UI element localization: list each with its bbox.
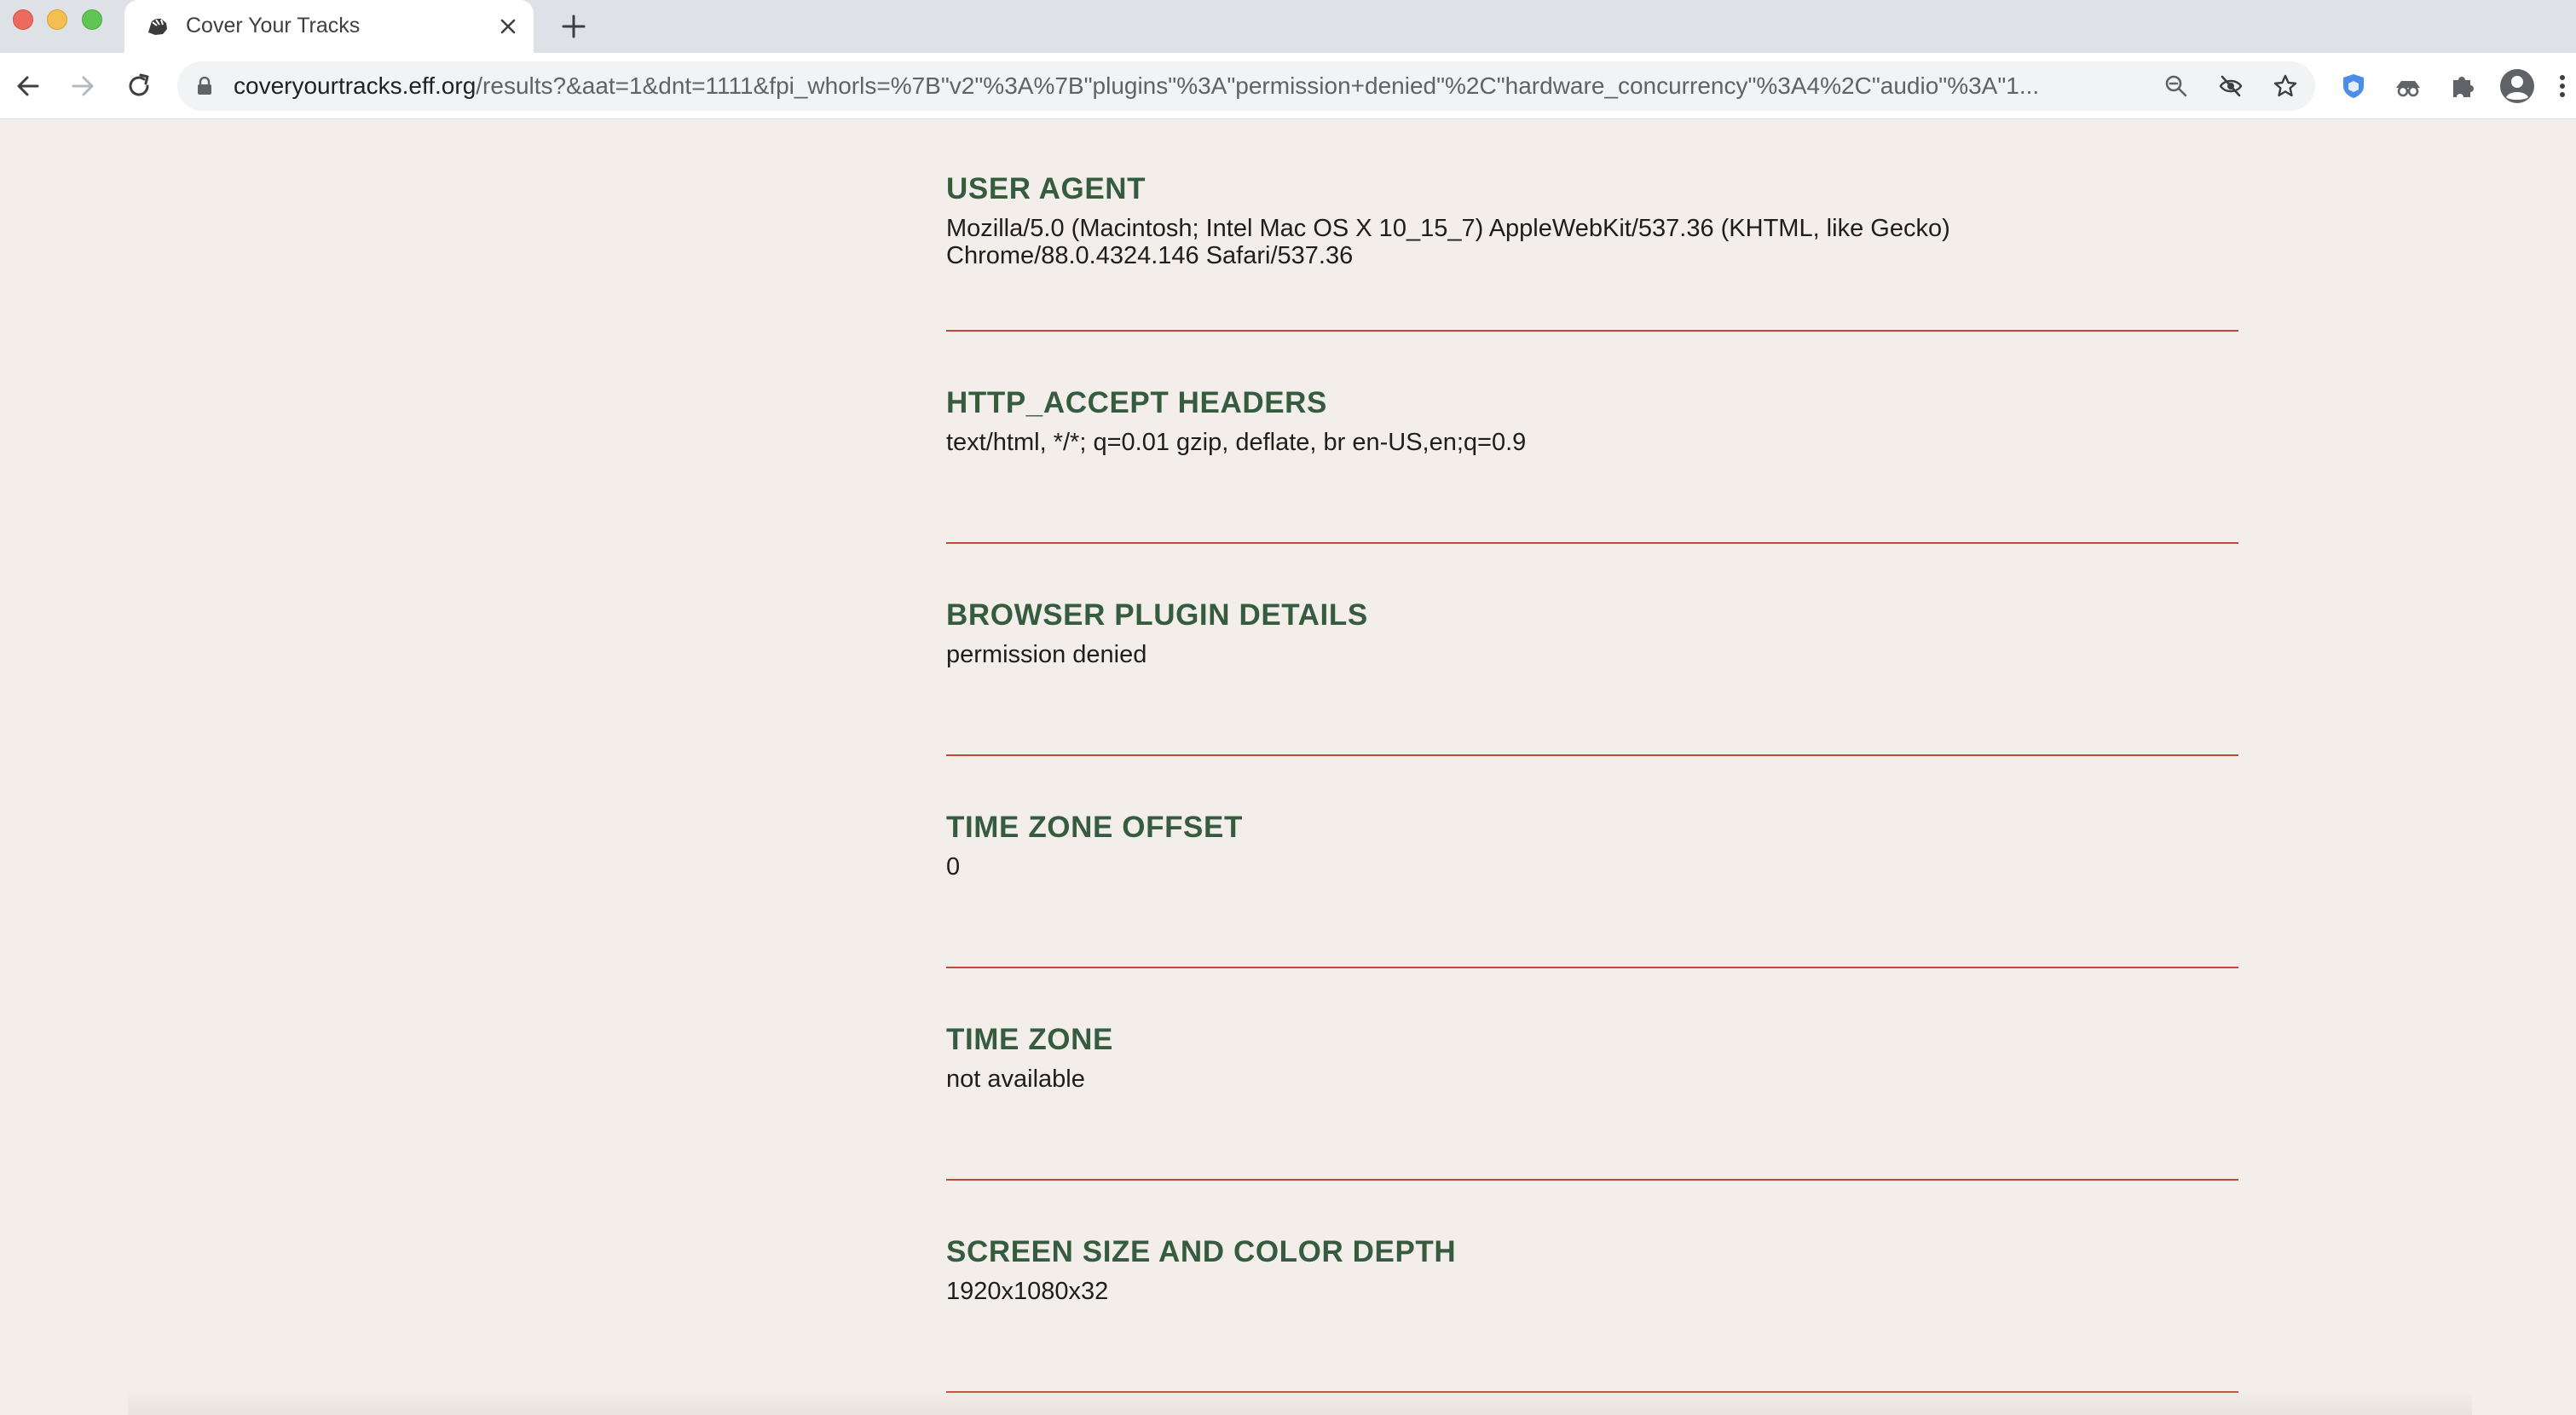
section-title: SCREEN SIZE AND COLOR DEPTH bbox=[946, 1235, 1457, 1268]
browser-tab[interactable]: Cover Your Tracks bbox=[124, 0, 534, 53]
section-value: not available bbox=[946, 1066, 1085, 1093]
profile-avatar-icon[interactable] bbox=[2499, 68, 2535, 104]
section-title: HTTP_ACCEPT HEADERS bbox=[946, 386, 1328, 419]
new-tab-icon[interactable] bbox=[559, 12, 588, 41]
fingerprint-results: USER AGENT Mozilla/5.0 (Macintosh; Intel… bbox=[946, 119, 2238, 1393]
eff-tracks-icon bbox=[148, 19, 167, 35]
disguise-extension-icon[interactable] bbox=[2394, 72, 2423, 101]
url-host: coveryourtracks.eff.org bbox=[234, 72, 477, 99]
result-section-user-agent: USER AGENT Mozilla/5.0 (Macintosh; Intel… bbox=[946, 119, 2238, 332]
forward-icon[interactable] bbox=[66, 70, 99, 102]
browser-toolbar: coveryourtracks.eff.org/results?&aat=1&d… bbox=[0, 53, 2576, 119]
section-title: TIME ZONE bbox=[946, 1023, 1113, 1056]
puzzle-extensions-icon[interactable] bbox=[2448, 72, 2477, 101]
result-section-time-zone-offset: TIME ZONE OFFSET 0 bbox=[946, 756, 2238, 968]
star-icon[interactable] bbox=[2273, 73, 2298, 99]
close-window-button[interactable] bbox=[13, 9, 33, 30]
result-section-time-zone: TIME ZONE not available bbox=[946, 968, 2238, 1181]
section-value: Mozilla/5.0 (Macintosh; Intel Mac OS X 1… bbox=[946, 215, 1950, 269]
result-section-screen-size: SCREEN SIZE AND COLOR DEPTH 1920x1080x32 bbox=[946, 1181, 2238, 1393]
section-title: BROWSER PLUGIN DETAILS bbox=[946, 598, 1368, 632]
tracking-blocked-icon[interactable] bbox=[2218, 73, 2244, 99]
back-icon[interactable] bbox=[12, 70, 44, 102]
close-icon[interactable] bbox=[496, 14, 520, 38]
zoom-icon[interactable] bbox=[2163, 73, 2189, 99]
result-section-http-accept-headers: HTTP_ACCEPT HEADERS text/html, */*; q=0.… bbox=[946, 332, 2238, 544]
section-value: permission denied bbox=[946, 641, 1147, 668]
minimize-window-button[interactable] bbox=[47, 9, 67, 30]
privacy-badger-icon[interactable] bbox=[2339, 72, 2368, 101]
section-value: text/html, */*; q=0.01 gzip, deflate, br… bbox=[946, 429, 1527, 456]
url-text: coveryourtracks.eff.org/results?&aat=1&d… bbox=[234, 72, 2039, 101]
url-path: /results?&aat=1&dnt=1111&fpi_whorls=%7B"… bbox=[476, 72, 2040, 99]
tab-title: Cover Your Tracks bbox=[186, 14, 361, 38]
kebab-menu-icon[interactable] bbox=[2554, 72, 2571, 101]
maximize-window-button[interactable] bbox=[82, 9, 102, 30]
section-title: USER AGENT bbox=[946, 172, 1146, 205]
section-value: 1920x1080x32 bbox=[946, 1278, 1109, 1305]
section-title: TIME ZONE OFFSET bbox=[946, 811, 1243, 844]
reload-icon[interactable] bbox=[123, 70, 155, 102]
lock-icon[interactable] bbox=[196, 77, 213, 95]
result-section-browser-plugin-details: BROWSER PLUGIN DETAILS permission denied bbox=[946, 544, 2238, 756]
bottom-shadow bbox=[128, 1389, 2472, 1415]
tab-strip: Cover Your Tracks bbox=[0, 0, 2576, 53]
address-bar[interactable]: coveryourtracks.eff.org/results?&aat=1&d… bbox=[177, 61, 2315, 111]
section-value: 0 bbox=[946, 853, 961, 881]
